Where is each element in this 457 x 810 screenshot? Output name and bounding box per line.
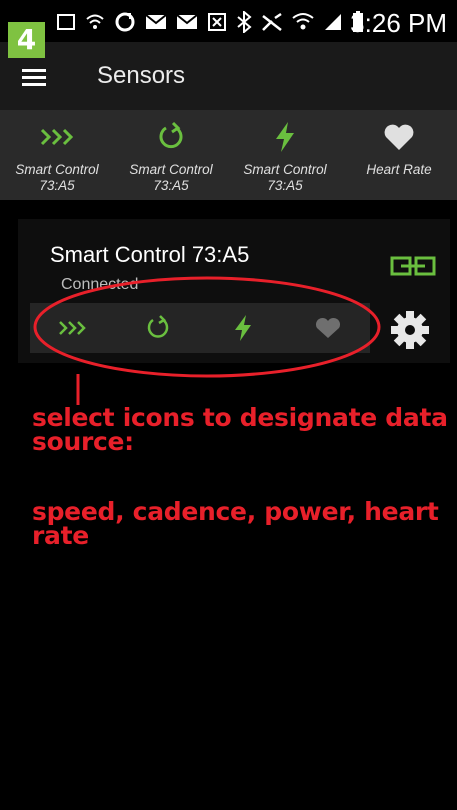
paired-link-icon[interactable] bbox=[389, 254, 437, 278]
source-item-label: Heart Rate bbox=[366, 162, 432, 177]
heart-icon bbox=[315, 317, 340, 338]
status-bar: 3:26 PM bbox=[0, 0, 457, 42]
bluetooth-icon bbox=[237, 11, 252, 33]
heart-icon bbox=[342, 120, 456, 154]
toggle-cadence[interactable] bbox=[115, 303, 200, 353]
annotation-text: select icons to designate data source: bbox=[32, 403, 448, 456]
status-icons bbox=[56, 9, 364, 35]
cadence-refresh-icon bbox=[114, 120, 228, 154]
annotation-text: speed, cadence, power, heart rate bbox=[32, 497, 439, 550]
image-icon bbox=[57, 14, 75, 30]
toggle-power[interactable] bbox=[200, 303, 285, 353]
power-bolt-icon bbox=[234, 315, 251, 341]
sync-icon bbox=[115, 12, 135, 32]
app-bar: Sensors bbox=[0, 42, 457, 110]
speed-chevrons-icon bbox=[58, 321, 86, 335]
source-item-speed[interactable]: Smart Control 73:A5 bbox=[0, 110, 114, 200]
data-source-bar: Smart Control 73:A5 Smart Control 73:A5 … bbox=[0, 110, 457, 200]
mail-icon bbox=[176, 14, 198, 29]
status-time: 3:26 PM bbox=[350, 8, 447, 38]
data-source-toggles bbox=[30, 303, 370, 353]
source-item-cadence[interactable]: Smart Control 73:A5 bbox=[114, 110, 228, 200]
cadence-refresh-icon bbox=[147, 315, 168, 338]
toggle-speed[interactable] bbox=[30, 303, 115, 353]
source-item-power[interactable]: Smart Control 73:A5 bbox=[228, 110, 342, 200]
sensor-name: Smart Control 73:A5 bbox=[50, 242, 250, 267]
mail-icon bbox=[145, 14, 167, 29]
power-bolt-icon bbox=[228, 120, 342, 154]
page-title: Sensors bbox=[97, 62, 186, 89]
mute-icon bbox=[262, 12, 282, 31]
step-badge: 4 bbox=[8, 22, 45, 58]
toggle-heart-rate[interactable] bbox=[285, 303, 370, 353]
signal-icon bbox=[325, 14, 341, 30]
wifi-off-icon bbox=[86, 14, 104, 29]
source-item-label: Smart Control 73:A5 bbox=[129, 162, 213, 193]
connection-status: Connected bbox=[61, 276, 139, 293]
source-item-label: Smart Control 73:A5 bbox=[15, 162, 99, 193]
hamburger-menu-icon[interactable] bbox=[22, 69, 46, 87]
source-item-heart-rate[interactable]: Heart Rate bbox=[342, 110, 456, 200]
nfc-icon bbox=[208, 13, 226, 31]
gear-icon[interactable] bbox=[388, 308, 432, 352]
wifi-icon bbox=[292, 13, 314, 30]
speed-chevrons-icon bbox=[0, 120, 114, 154]
source-item-label: Smart Control 73:A5 bbox=[243, 162, 327, 193]
